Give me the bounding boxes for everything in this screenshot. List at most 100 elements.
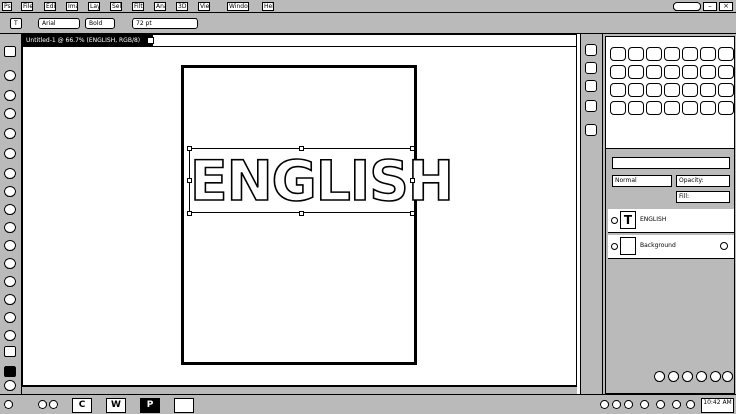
healing-brush-tool-icon[interactable]: [4, 168, 16, 179]
opacity-field[interactable]: Opacity:: [676, 175, 730, 187]
link-layers-icon[interactable]: [654, 371, 665, 382]
eye-icon[interactable]: [611, 243, 618, 250]
fill-field[interactable]: Fill:: [676, 191, 730, 203]
swatch[interactable]: [646, 65, 662, 79]
swatch[interactable]: [718, 65, 734, 79]
clone-stamp-tool-icon[interactable]: [4, 204, 16, 215]
search-icon[interactable]: [38, 400, 47, 409]
swatch[interactable]: [664, 65, 680, 79]
menu-3d[interactable]: 3D: [176, 2, 188, 11]
workspace-switcher[interactable]: [673, 2, 701, 11]
transform-handle[interactable]: [299, 146, 304, 151]
transform-handle[interactable]: [410, 178, 415, 183]
foreground-color-swatch[interactable]: [4, 366, 16, 377]
swatch[interactable]: [610, 65, 626, 79]
layer-style-icon[interactable]: [668, 371, 679, 382]
transform-handle[interactable]: [410, 146, 415, 151]
swatch[interactable]: [610, 101, 626, 115]
quick-mask-icon[interactable]: [4, 380, 16, 391]
type-tool-icon[interactable]: T: [10, 18, 22, 29]
app-logo[interactable]: Ps: [2, 2, 12, 11]
swatch[interactable]: [610, 47, 626, 61]
settings-icon[interactable]: [49, 400, 58, 409]
transform-handle[interactable]: [410, 211, 415, 216]
taskbar-app-chrome[interactable]: C: [72, 398, 92, 413]
notification-icon[interactable]: [686, 400, 695, 409]
tray-icon[interactable]: [612, 400, 621, 409]
layer-name[interactable]: ENGLISH: [640, 216, 666, 224]
pen-tool-icon[interactable]: [4, 312, 16, 323]
panel-tabs[interactable]: [612, 157, 730, 169]
start-button[interactable]: [4, 400, 13, 409]
layer-row-english[interactable]: T ENGLISH: [608, 209, 734, 233]
swatch[interactable]: [628, 101, 644, 115]
menu-filter[interactable]: Filter: [132, 2, 144, 11]
swatch[interactable]: [700, 101, 716, 115]
taskbar-app-explorer[interactable]: [174, 398, 194, 413]
layer-row-background[interactable]: Background: [608, 235, 734, 259]
adjustments-panel-icon[interactable]: [585, 100, 597, 112]
taskbar-app-word[interactable]: W: [106, 398, 126, 413]
marquee-tool-icon[interactable]: [4, 70, 16, 81]
styles-panel-icon[interactable]: [585, 80, 597, 92]
swatch[interactable]: [628, 65, 644, 79]
swatch[interactable]: [610, 83, 626, 97]
new-layer-icon[interactable]: [710, 371, 721, 382]
swatch[interactable]: [628, 83, 644, 97]
eraser-tool-icon[interactable]: [4, 240, 16, 251]
move-tool-icon[interactable]: [4, 46, 16, 57]
transform-handle[interactable]: [187, 211, 192, 216]
shape-tool-icon[interactable]: [4, 346, 16, 357]
menu-file[interactable]: File: [21, 2, 33, 11]
close-button[interactable]: ×: [719, 2, 733, 11]
swatch[interactable]: [700, 83, 716, 97]
type-tool-icon[interactable]: [4, 330, 16, 341]
menu-window[interactable]: Window: [227, 2, 249, 11]
swatch[interactable]: [682, 47, 698, 61]
battery-icon[interactable]: [672, 400, 681, 409]
delete-layer-icon[interactable]: [722, 371, 733, 382]
crop-tool-icon[interactable]: [4, 128, 16, 139]
minimize-button[interactable]: –: [703, 2, 717, 11]
document-tab[interactable]: Untitled-1 @ 66.7% (ENGLISH, RGB/8): [23, 35, 153, 46]
text-layer-english[interactable]: ENGLISH: [189, 148, 455, 214]
dodge-tool-icon[interactable]: [4, 294, 16, 305]
font-style-select[interactable]: Bold: [85, 18, 115, 29]
lasso-tool-icon[interactable]: [4, 90, 16, 101]
brush-tool-icon[interactable]: [4, 186, 16, 197]
history-brush-tool-icon[interactable]: [4, 222, 16, 233]
canvas-area[interactable]: ENGLISH: [23, 46, 576, 385]
swatch[interactable]: [646, 47, 662, 61]
swatch[interactable]: [700, 47, 716, 61]
volume-icon[interactable]: [640, 400, 649, 409]
swatch[interactable]: [664, 47, 680, 61]
menu-select[interactable]: Select: [110, 2, 122, 11]
color-panel-icon[interactable]: [585, 44, 597, 56]
swatch[interactable]: [628, 47, 644, 61]
tray-icon[interactable]: [624, 400, 633, 409]
swatches-panel-icon[interactable]: [585, 62, 597, 74]
gradient-tool-icon[interactable]: [4, 258, 16, 269]
eyedropper-tool-icon[interactable]: [4, 148, 16, 159]
adjustment-layer-icon[interactable]: [696, 371, 707, 382]
masks-panel-icon[interactable]: [585, 124, 597, 136]
quick-select-tool-icon[interactable]: [4, 108, 16, 119]
swatch[interactable]: [664, 83, 680, 97]
swatch[interactable]: [700, 65, 716, 79]
network-icon[interactable]: [656, 400, 665, 409]
swatch[interactable]: [718, 83, 734, 97]
tray-icon[interactable]: [600, 400, 609, 409]
menu-help[interactable]: Help: [262, 2, 274, 11]
swatch[interactable]: [664, 101, 680, 115]
layer-mask-icon[interactable]: [682, 371, 693, 382]
eye-icon[interactable]: [611, 217, 618, 224]
swatch[interactable]: [682, 83, 698, 97]
menu-edit[interactable]: Edit: [44, 2, 56, 11]
artboard[interactable]: ENGLISH: [181, 65, 455, 365]
menu-image[interactable]: Image: [66, 2, 78, 11]
transform-handle[interactable]: [187, 178, 192, 183]
blur-tool-icon[interactable]: [4, 276, 16, 287]
menu-view[interactable]: View: [198, 2, 210, 11]
swatch[interactable]: [718, 101, 734, 115]
swatch[interactable]: [718, 47, 734, 61]
